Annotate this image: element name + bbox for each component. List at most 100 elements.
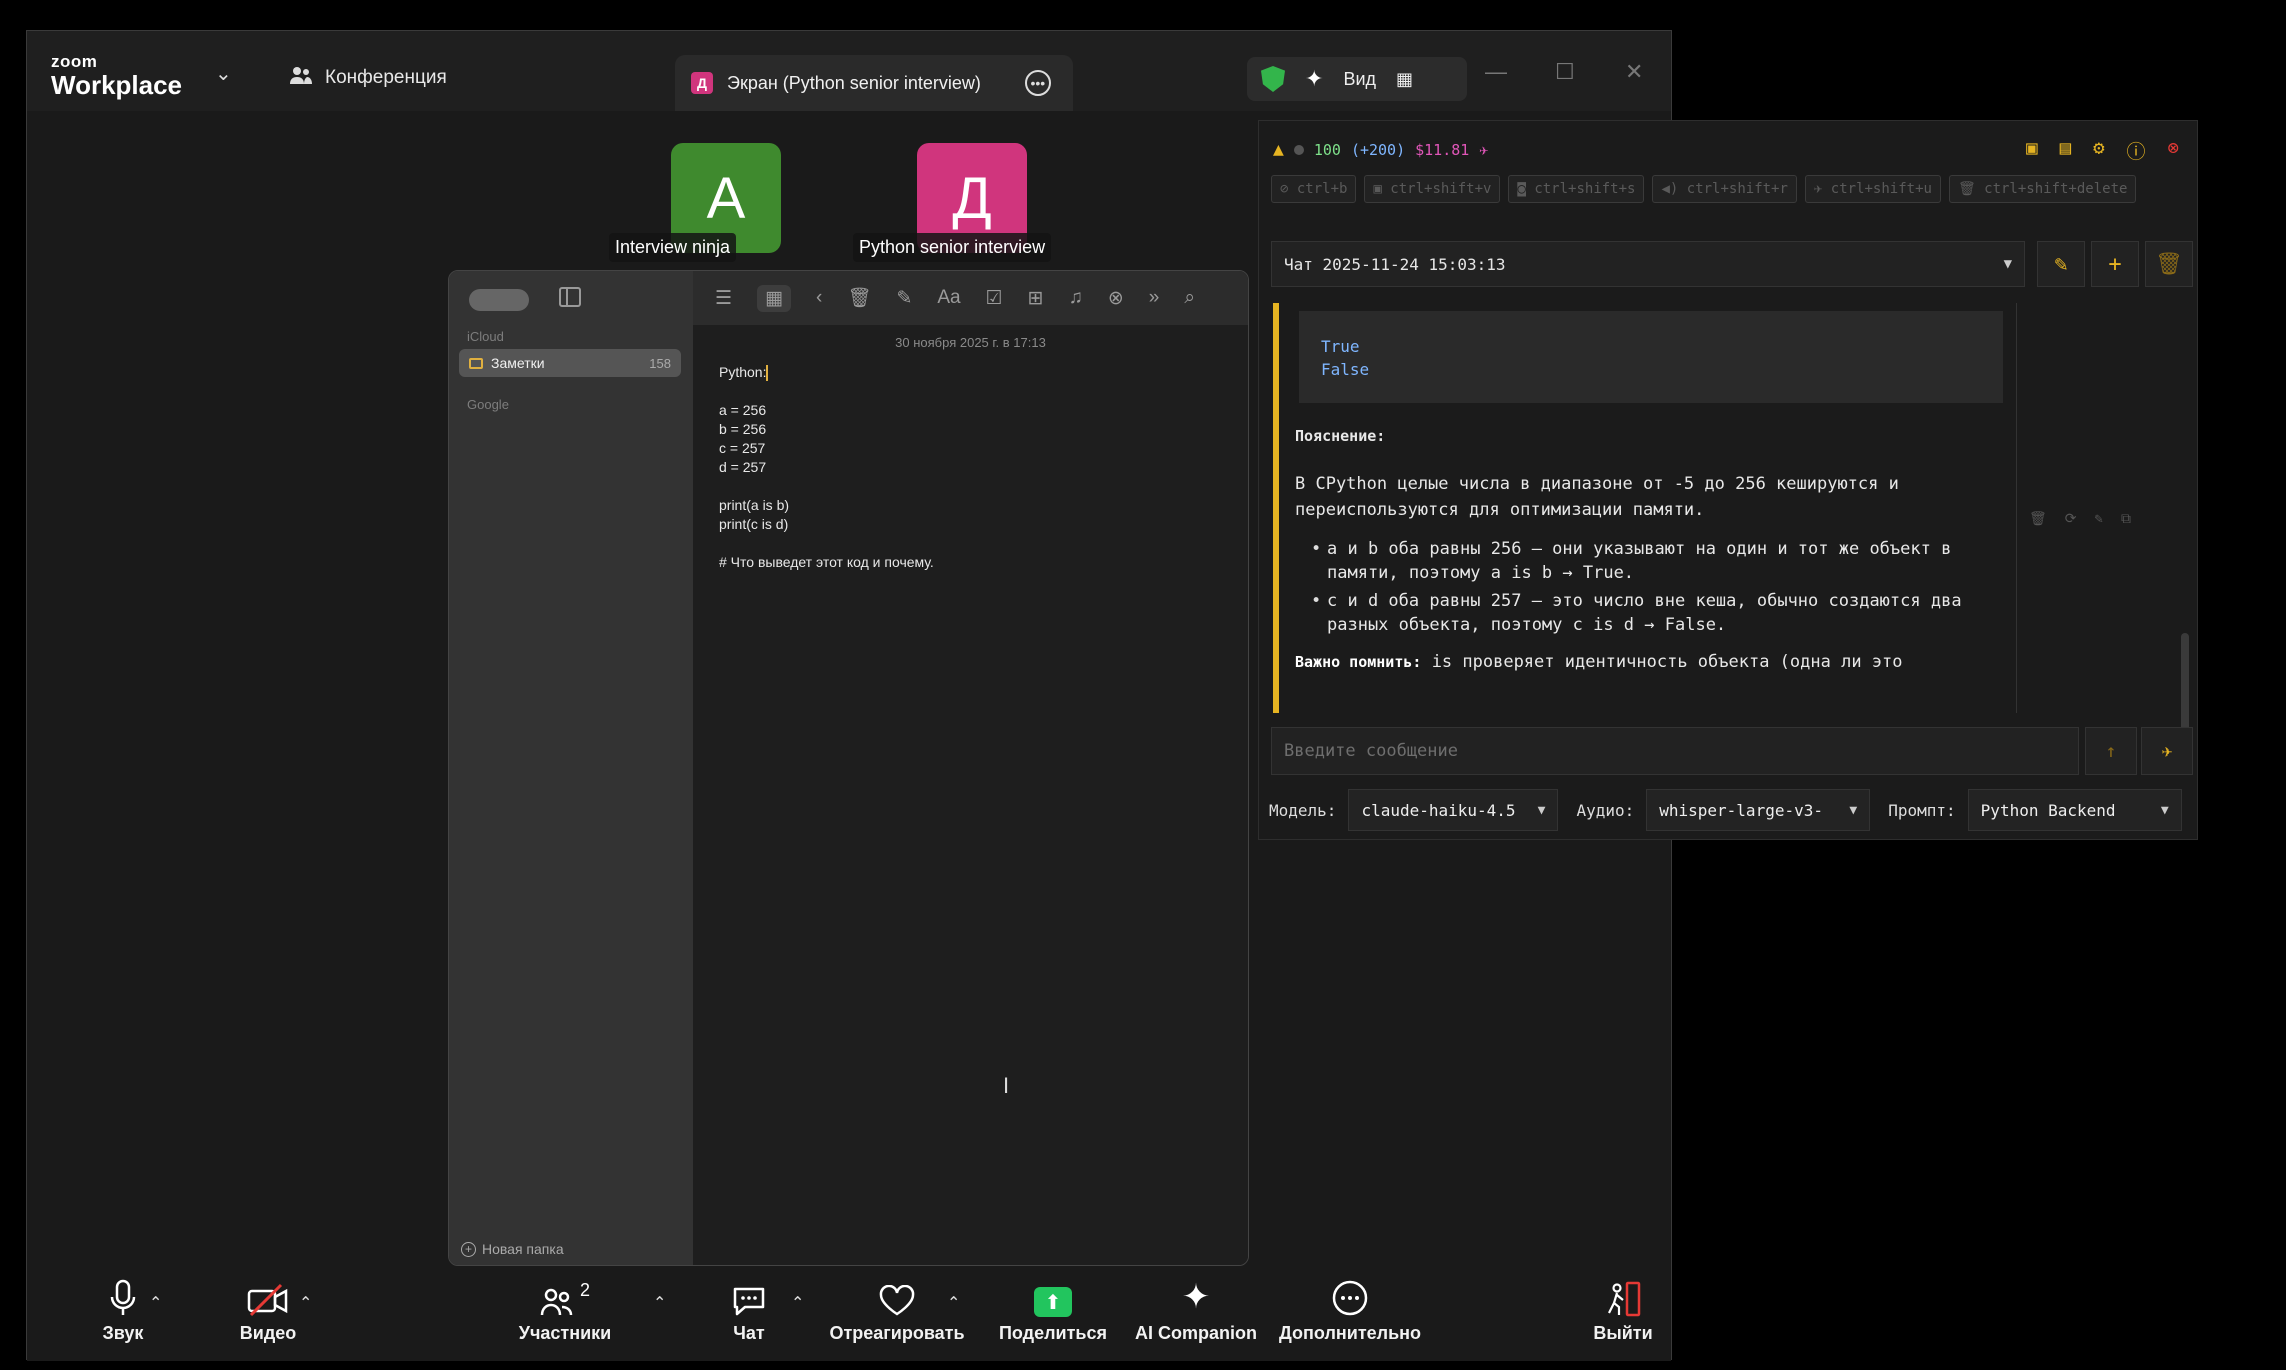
chip-icon[interactable]: ▣ — [2026, 137, 2037, 164]
message-actions-panel: 🗑 ⟳ ✎ ⧉ — [2016, 303, 2191, 743]
copy-icon[interactable]: ⧉ — [2121, 511, 2131, 527]
screen-share-tab[interactable]: Д Экран (Python senior interview) ••• — [675, 55, 1073, 111]
quick-send-button[interactable]: ✈ — [2141, 727, 2193, 775]
shortcut-hide[interactable]: ⊘ ctrl+b — [1271, 175, 1357, 203]
maximize-icon[interactable]: ☐ — [1555, 59, 1575, 85]
list-view-icon[interactable]: ☰ — [715, 287, 732, 310]
grid-icon[interactable]: ▦ — [1396, 69, 1413, 90]
participants-label: Участники — [518, 1323, 612, 1343]
table-icon[interactable]: ⊞ — [1028, 287, 1044, 310]
audio-icon[interactable]: ♫ — [1069, 287, 1083, 309]
leave-label: Выйти — [1593, 1323, 1653, 1343]
share-button[interactable]: ⬆ Поделиться — [993, 1271, 1113, 1344]
ai-companion-button[interactable]: ✦ AI Companion — [1131, 1271, 1261, 1344]
pencil-icon: ✎ — [2054, 251, 2068, 277]
prompt-value: Python Backend — [1980, 800, 2116, 820]
heart-icon — [878, 1271, 916, 1317]
chevron-up-icon[interactable]: ⌃ — [149, 1293, 162, 1313]
trash-icon[interactable]: 🗑 — [847, 286, 871, 310]
note-content[interactable]: Python: a = 256 b = 256 c = 257 d = 257 … — [719, 363, 934, 572]
notes-editor: ☰ ▦ ‹ 🗑 ✎ Aa ☑ ⊞ ♫ ⊗ » ⌕ 30 ноября 2025 … — [693, 271, 1248, 1265]
share-icon[interactable]: ⊗ — [1108, 287, 1124, 310]
shortcut-label: ctrl+shift+delete — [1984, 181, 2128, 197]
shortcut-screen[interactable]: ▣ ctrl+shift+v — [1364, 175, 1501, 203]
microphone-icon — [109, 1271, 137, 1317]
checklist-icon[interactable]: ☑ — [986, 287, 1003, 310]
model-select[interactable]: claude-haiku-4.5 ▼ — [1348, 789, 1559, 831]
send-button[interactable]: ↑ — [2085, 727, 2137, 775]
cost: $11.81 — [1415, 140, 1470, 159]
info-icon[interactable]: ⓘ — [2127, 137, 2146, 164]
compose-icon[interactable]: ✎ — [896, 287, 912, 310]
assistant-message: True False Пояснение: В CPython целые чи… — [1273, 303, 2013, 713]
explanation-heading: Пояснение: — [1295, 427, 1386, 445]
chevron-up-icon[interactable]: ⌃ — [791, 1293, 804, 1313]
gear-icon[interactable]: ⚙ — [2093, 137, 2104, 164]
chat-selector[interactable]: Чат 2025-11-24 15:03:13 ▼ — [1271, 241, 2025, 287]
close-icon[interactable]: ⊗ — [2168, 137, 2179, 164]
video-label: Видео — [239, 1323, 297, 1343]
new-chat-button[interactable]: + — [2091, 241, 2139, 287]
chevron-down-icon[interactable]: ⌄ — [215, 61, 232, 86]
section-google: Google — [467, 397, 509, 412]
trash-icon[interactable]: 🗑 — [2029, 511, 2047, 527]
chevron-up-icon[interactable]: ⌃ — [947, 1293, 960, 1313]
close-icon[interactable]: ✕ — [1625, 59, 1643, 85]
more-icon — [1331, 1271, 1369, 1317]
ai-assistant-panel: ▲ 100 (+200) $11.81 ✈ ▣ ▤ ⚙ ⓘ ⊗ ⊘ ctrl+b… — [1258, 120, 2198, 840]
list-item: c и d оба равны 257 — это число вне кеша… — [1311, 589, 1995, 637]
folder-item-notes[interactable]: Заметки 158 — [459, 349, 681, 377]
shortcut-delete[interactable]: 🗑 ctrl+shift+delete — [1948, 175, 2137, 203]
brand-small: zoom — [51, 52, 98, 71]
edit-chat-button[interactable]: ✎ — [2037, 241, 2085, 287]
react-label: Отреагировать — [829, 1323, 965, 1343]
react-button[interactable]: Отреагировать — [827, 1271, 967, 1344]
ibeam-cursor-icon: I — [1003, 1073, 1010, 1098]
delete-chat-button[interactable]: 🗑 — [2145, 241, 2193, 287]
participants-count: 2 — [579, 1280, 590, 1300]
code-line: True — [1321, 337, 1360, 356]
sidebar-toggle-icon[interactable] — [559, 287, 581, 307]
trash-icon: 🗑 — [2155, 251, 2183, 277]
chevron-up-icon[interactable]: ⌃ — [653, 1293, 666, 1313]
window-controls[interactable] — [469, 289, 529, 311]
note-date: 30 ноября 2025 г. в 17:13 — [895, 335, 1046, 350]
shortcut-screenshot[interactable]: ◙ ctrl+shift+s — [1508, 175, 1645, 203]
plus-icon: + — [2108, 251, 2122, 277]
prompt-select[interactable]: Python Backend ▼ — [1967, 789, 2182, 831]
audio-select[interactable]: whisper-large-v3- ▼ — [1646, 789, 1871, 831]
notes-toolbar: ☰ ▦ ‹ 🗑 ✎ Aa ☑ ⊞ ♫ ⊗ » ⌕ — [693, 271, 1248, 325]
more-icon[interactable]: ••• — [1024, 70, 1051, 96]
new-folder-button[interactable]: + Новая папка — [461, 1241, 564, 1257]
more-button[interactable]: Дополнительно — [1277, 1271, 1423, 1344]
participants-icon: 2 — [540, 1271, 590, 1317]
search-icon[interactable]: ⌕ — [1184, 287, 1195, 309]
pencil-icon[interactable]: ✎ — [2095, 511, 2103, 527]
people-icon — [289, 65, 313, 91]
screen-icon[interactable]: ▤ — [2060, 137, 2071, 164]
back-icon[interactable]: ‹ — [816, 287, 822, 309]
chevron-up-icon[interactable]: ⌃ — [299, 1293, 312, 1313]
message-text: Пояснение: В CPython целые числа в диапа… — [1279, 403, 2013, 675]
more-label: Дополнительно — [1278, 1323, 1422, 1343]
view-controls[interactable]: ✦ Вид ▦ — [1247, 57, 1467, 101]
participants-button[interactable]: 2 Участники — [505, 1271, 625, 1344]
chat-button[interactable]: Чат — [709, 1271, 789, 1344]
list-item: a и b оба равны 256 — они указывают на о… — [1311, 537, 1995, 585]
model-label: Модель: — [1269, 800, 1337, 820]
sparkle-icon[interactable]: ✦ — [1305, 66, 1323, 92]
refresh-icon[interactable]: ⟳ — [2065, 511, 2077, 527]
shortcut-label: ctrl+shift+v — [1390, 181, 1492, 197]
gallery-view-icon[interactable]: ▦ — [757, 284, 791, 312]
conference-tab[interactable]: Конференция — [289, 65, 447, 91]
message-input[interactable]: Введите сообщение — [1271, 727, 2079, 775]
more-tools-icon[interactable]: » — [1149, 287, 1160, 309]
shortcut-send[interactable]: ✈ ctrl+shift+u — [1804, 175, 1941, 203]
view-label[interactable]: Вид — [1343, 69, 1376, 90]
zoom-title-bar: zoom Workplace ⌄ Конференция Д Экран (Py… — [27, 31, 1671, 111]
leave-button[interactable]: Выйти — [1583, 1271, 1663, 1344]
minimize-icon[interactable]: — — [1485, 59, 1507, 85]
format-icon[interactable]: Aa — [937, 287, 960, 309]
shortcut-record[interactable]: ◀) ctrl+shift+r — [1652, 175, 1797, 203]
plus-icon: + — [461, 1241, 476, 1257]
